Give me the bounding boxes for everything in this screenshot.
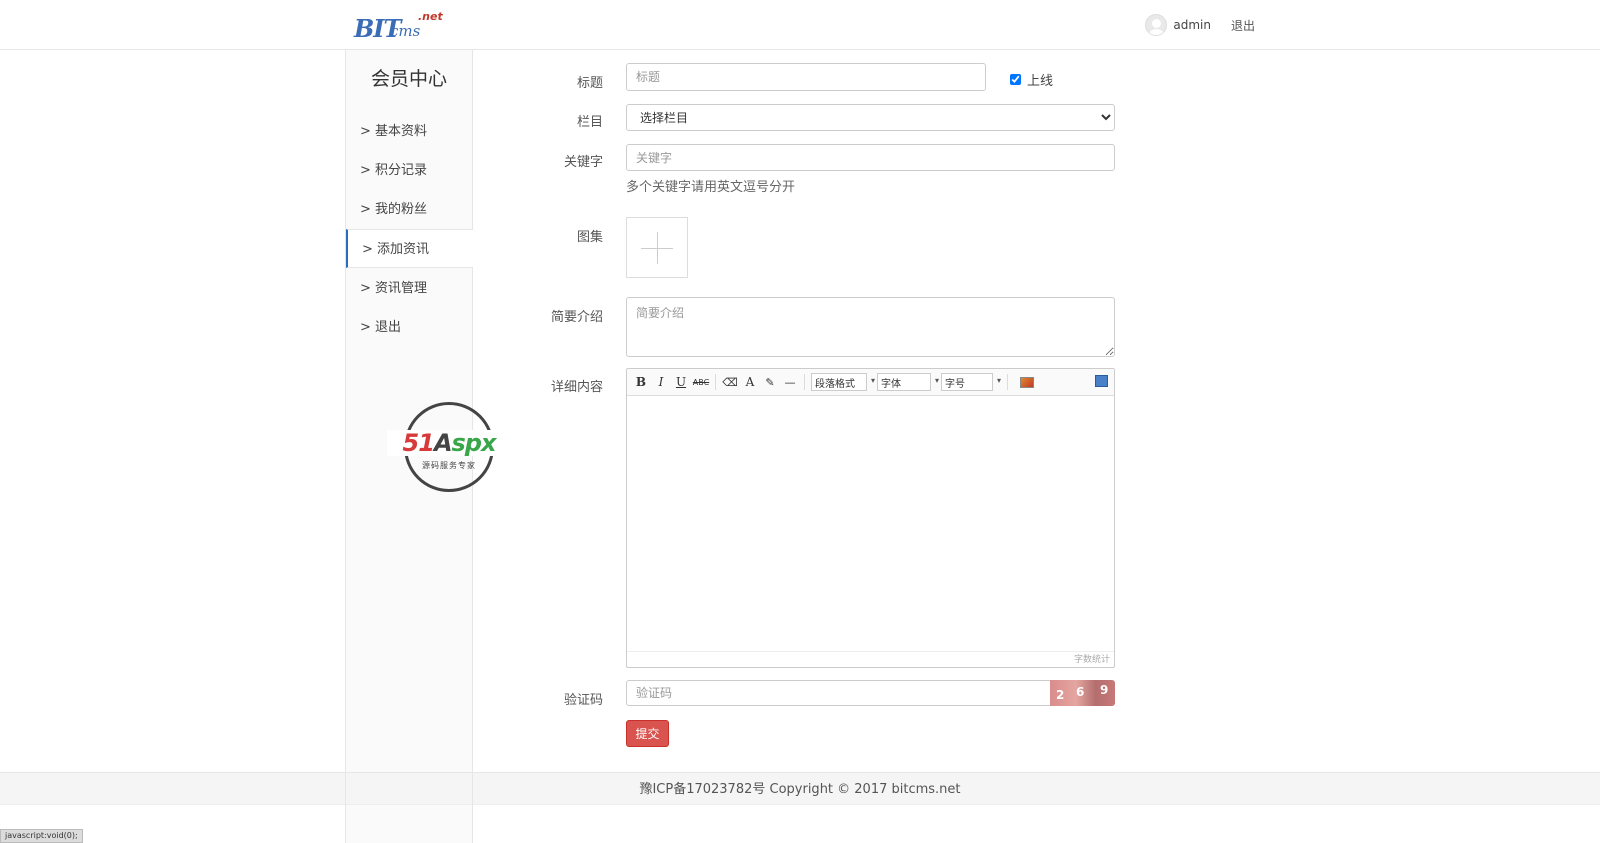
logo-cms: cms <box>390 22 421 40</box>
username-link[interactable]: admin <box>1173 18 1211 32</box>
sidebar-item-fans[interactable]: > 我的粉丝 <box>346 190 472 229</box>
avatar[interactable] <box>1145 14 1168 36</box>
captcha-char: 9 <box>1100 683 1109 697</box>
online-toggle[interactable]: 上线 <box>1010 70 1053 89</box>
highlight-icon[interactable]: ✎ <box>762 373 778 391</box>
summary-textarea[interactable] <box>626 297 1115 357</box>
eraser-icon[interactable]: ⌫ <box>722 373 738 391</box>
user-area: admin 退出 <box>1145 13 1255 37</box>
submit-button[interactable]: 提交 <box>626 720 669 747</box>
font-color-button[interactable]: A <box>742 373 758 391</box>
gallery-label: 图集 <box>576 230 603 245</box>
italic-button[interactable]: I <box>653 373 669 391</box>
column-label: 栏目 <box>576 115 603 130</box>
watermark-logo: 51Aspx 源码服务专家 <box>387 402 511 492</box>
top-bar: BIT cms .net admin 退出 <box>0 0 1600 50</box>
editor-toolbar: B I U ABC ⌫ A ✎ — 段落格式 字体 字号 <box>627 369 1114 396</box>
sidebar-title: 会员中心 <box>370 68 447 90</box>
horizontal-rule-button[interactable]: — <box>782 373 798 391</box>
title-input[interactable] <box>626 63 986 91</box>
font-family-select[interactable]: 字体 <box>877 373 939 391</box>
captcha-label: 验证码 <box>563 693 603 708</box>
footer-sidebar-column <box>345 773 473 806</box>
toolbar-divider <box>804 374 805 390</box>
insert-image-icon[interactable] <box>1020 376 1034 388</box>
keywords-input[interactable] <box>626 144 1115 171</box>
captcha-image[interactable]: 2 6 9 <box>1050 680 1115 706</box>
column-select[interactable]: 选择栏目 <box>626 104 1115 131</box>
content-label: 详细内容 <box>550 380 603 395</box>
bold-button[interactable]: B <box>633 373 649 391</box>
word-count: 字数统计 <box>627 651 1114 667</box>
footer-copyright: 豫ICP备17023782号 Copyright © 2017 bitcms.n… <box>639 782 961 797</box>
watermark-subtitle: 源码服务专家 <box>422 461 476 470</box>
keywords-label: 关键字 <box>563 155 603 170</box>
sidebar-item-news-manage[interactable]: > 资讯管理 <box>346 269 472 308</box>
underline-button[interactable]: U <box>673 373 689 391</box>
gallery-upload-button[interactable] <box>626 217 688 278</box>
sidebar-item-logout[interactable]: > 退出 <box>346 308 472 347</box>
strikethrough-button[interactable]: ABC <box>693 373 709 391</box>
toolbar-divider <box>1007 374 1008 390</box>
toolbar-divider <box>715 374 716 390</box>
editor-content-area[interactable] <box>627 396 1114 651</box>
header-logout-link[interactable]: 退出 <box>1231 17 1255 34</box>
sidebar-item-points[interactable]: > 积分记录 <box>346 151 472 190</box>
sidebar-item-add-news[interactable]: > 添加资讯 <box>346 229 473 268</box>
online-checkbox[interactable] <box>1010 74 1021 85</box>
logo-net: .net <box>418 10 443 23</box>
captcha-char: 6 <box>1076 685 1085 699</box>
captcha-char: 2 <box>1056 688 1065 702</box>
keywords-hint: 多个关键字请用英文逗号分开 <box>626 180 796 195</box>
online-label: 上线 <box>1027 74 1054 89</box>
sidebar-item-profile[interactable]: > 基本资料 <box>346 112 472 151</box>
footer: 豫ICP备17023782号 Copyright © 2017 bitcms.n… <box>0 772 1600 806</box>
summary-label: 简要介绍 <box>550 310 603 325</box>
paragraph-format-select[interactable]: 段落格式 <box>811 373 875 391</box>
watermark-word: 51Aspx <box>387 430 511 456</box>
title-label: 标题 <box>576 76 603 91</box>
site-logo[interactable]: BIT cms .net <box>354 10 444 46</box>
browser-status-bar: javascript:void(0); <box>0 829 83 843</box>
font-size-select[interactable]: 字号 <box>941 373 1001 391</box>
captcha-input[interactable] <box>626 680 1052 706</box>
fullscreen-icon[interactable] <box>1095 375 1108 387</box>
rich-text-editor: B I U ABC ⌫ A ✎ — 段落格式 字体 字号 字数统计 <box>626 368 1115 668</box>
